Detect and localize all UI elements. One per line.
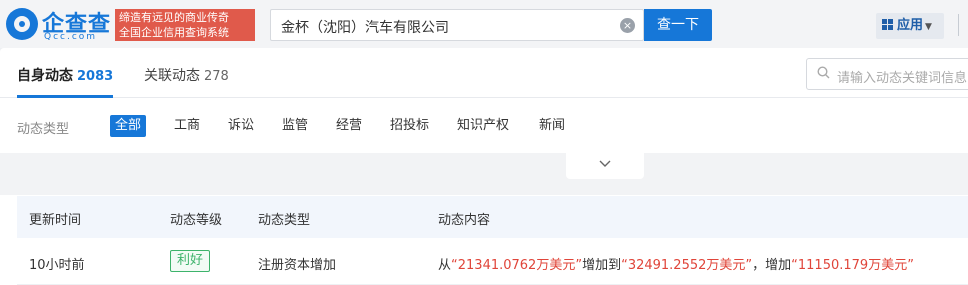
content-separator: ， xyxy=(752,258,766,273)
divider xyxy=(958,14,959,36)
row-type: 注册资本增加 xyxy=(258,258,337,273)
content-from-value: “21341.0762万美元” xyxy=(451,258,583,273)
content-increase-value: “11150.179万美元” xyxy=(791,258,914,273)
tab-count: 2083 xyxy=(77,69,114,84)
table-header: 更新时间 动态等级 动态类型 动态内容 xyxy=(17,196,968,238)
table-row: 10小时前 利好 注册资本增加 从“21341.0762万美元”增加到“3249… xyxy=(17,238,968,285)
section-spacer xyxy=(0,179,968,195)
tab-bar: 自身动态 2083 关联动态 278 请输入动态关键词信息 xyxy=(0,48,968,98)
row-time: 10小时前 xyxy=(29,258,85,273)
tab-own-dynamics[interactable]: 自身动态 2083 xyxy=(17,65,113,85)
column-header-level: 动态等级 xyxy=(170,213,223,228)
search-button[interactable]: 查一下 xyxy=(644,9,712,41)
caret-down-icon: ▼ xyxy=(925,22,932,32)
top-bar: 企查查 Qcc.com 缔造有远见的商业传奇 全国企业信用查询系统 金杯（沈阳）… xyxy=(0,0,968,48)
filter-option-regulation[interactable]: 监管 xyxy=(277,115,313,137)
content-to-value: “32491.2552万美元” xyxy=(621,258,753,273)
chevron-down-icon xyxy=(599,160,611,167)
apps-menu-button[interactable]: 应用 ▼ xyxy=(876,13,944,39)
content-prefix: 从 xyxy=(438,258,452,273)
filter-option-bidding[interactable]: 招投标 xyxy=(385,115,434,137)
active-tab-indicator xyxy=(17,95,113,98)
apps-menu-label: 应用 xyxy=(897,18,924,33)
filter-option-ip[interactable]: 知识产权 xyxy=(452,115,514,137)
logo-domain: Qcc.com xyxy=(44,32,98,42)
dynamics-panel: 自身动态 2083 关联动态 278 请输入动态关键词信息 动态类型 全部 工商 诉… xyxy=(0,48,968,285)
content-middle: 增加到 xyxy=(582,258,622,273)
filter-option-all[interactable]: 全部 xyxy=(110,115,147,137)
row-content: 从“21341.0762万美元”增加到“32491.2552万美元”，增加“11… xyxy=(438,254,914,273)
keyword-search-placeholder: 请输入动态关键词信息 xyxy=(837,71,968,86)
tab-related-dynamics[interactable]: 关联动态 278 xyxy=(144,65,229,85)
level-badge: 利好 xyxy=(170,250,211,272)
filter-option-litigation[interactable]: 诉讼 xyxy=(223,115,259,137)
grid-icon xyxy=(882,19,894,31)
keyword-search-input[interactable]: 请输入动态关键词信息 xyxy=(806,58,968,90)
column-header-type: 动态类型 xyxy=(258,213,311,228)
filter-option-operation[interactable]: 经营 xyxy=(331,115,367,137)
dynamic-type-filter: 动态类型 全部 工商 诉讼 监管 经营 招投标 知识产权 新闻 xyxy=(0,108,968,144)
filter-label: 动态类型 xyxy=(17,122,70,137)
tab-count: 278 xyxy=(204,69,229,84)
expand-toggle[interactable] xyxy=(566,153,644,179)
clear-icon[interactable]: × xyxy=(620,18,635,33)
search-input[interactable]: 金杯（沈阳）汽车有限公司 xyxy=(281,17,449,37)
tab-label: 自身动态 xyxy=(17,68,73,84)
column-header-content: 动态内容 xyxy=(438,213,491,228)
logo[interactable]: 企查查 Qcc.com xyxy=(6,6,114,42)
tab-label: 关联动态 xyxy=(144,68,200,84)
company-search-field[interactable]: 金杯（沈阳）汽车有限公司 × xyxy=(270,9,644,41)
filter-option-business[interactable]: 工商 xyxy=(169,115,205,137)
search-icon xyxy=(817,66,830,83)
slogan-line-2: 全国企业信用查询系统 xyxy=(119,26,229,39)
logo-icon xyxy=(6,8,38,40)
filter-option-news[interactable]: 新闻 xyxy=(534,115,570,137)
content-increase-label: 增加 xyxy=(765,258,792,273)
expand-band xyxy=(0,153,968,179)
column-header-time: 更新时间 xyxy=(29,213,82,228)
slogan-line-1: 缔造有远见的商业传奇 xyxy=(119,11,229,24)
slogan-banner: 缔造有远见的商业传奇 全国企业信用查询系统 xyxy=(115,9,255,41)
